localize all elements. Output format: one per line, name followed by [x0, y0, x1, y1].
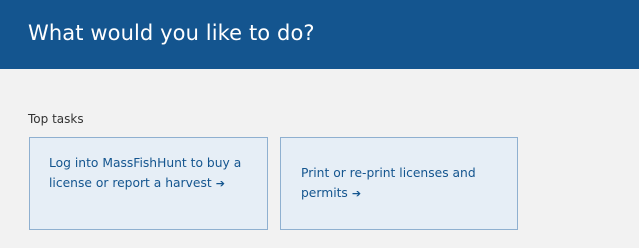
task-card-print-licenses[interactable]: Print or re-print licenses and permits ➔ — [280, 137, 518, 230]
top-tasks-label: Top tasks — [28, 112, 84, 126]
task-card-link[interactable]: Log into MassFishHunt to buy a license o… — [49, 153, 254, 194]
task-card-label: Log into MassFishHunt to buy a license o… — [49, 156, 242, 190]
task-card-label: Print or re-print licenses and permits — [301, 166, 476, 200]
task-card-link[interactable]: Print or re-print licenses and permits ➔ — [301, 163, 506, 204]
page-title: What would you like to do? — [28, 21, 315, 45]
task-card-massfishhunt-login[interactable]: Log into MassFishHunt to buy a license o… — [29, 137, 268, 230]
arrow-right-icon: ➔ — [215, 177, 225, 190]
page-header: What would you like to do? — [0, 0, 639, 69]
arrow-right-icon: ➔ — [351, 187, 362, 200]
